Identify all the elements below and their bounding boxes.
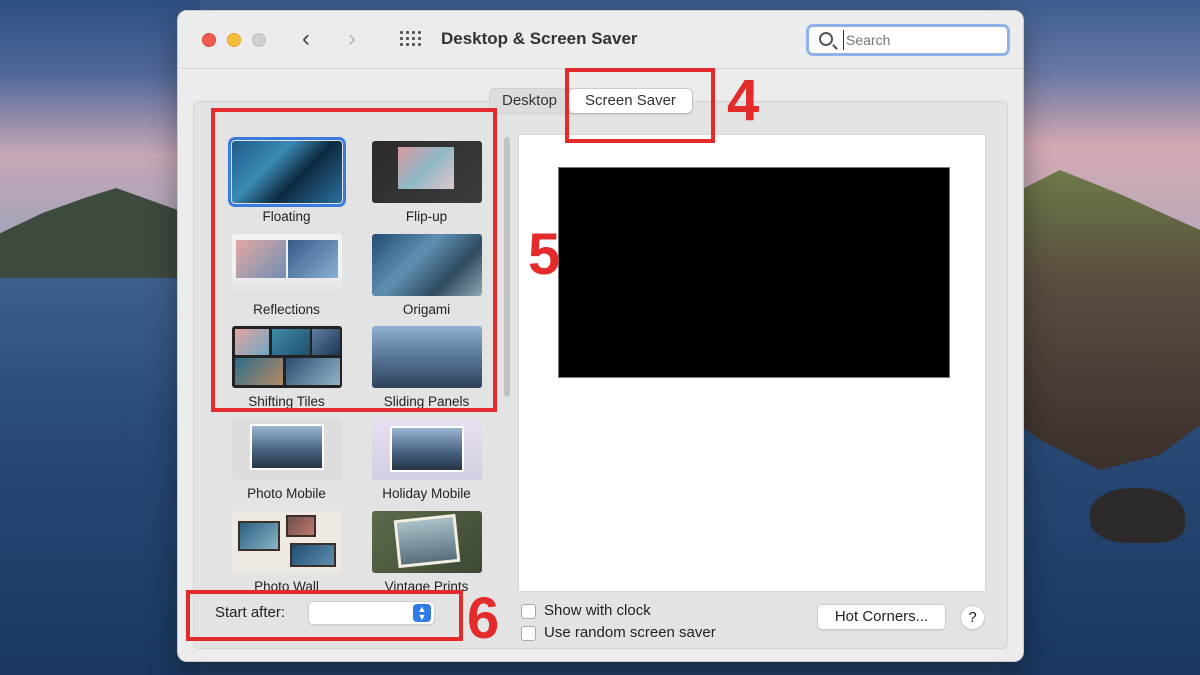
random-saver-label: Use random screen saver bbox=[544, 624, 716, 641]
desktop-wallpaper-right bbox=[1000, 0, 1200, 675]
annotation-box-tab bbox=[565, 68, 715, 143]
preview-screen[interactable] bbox=[558, 167, 950, 378]
titlebar: ‹ › Desktop & Screen Saver bbox=[178, 11, 1023, 69]
search-field[interactable] bbox=[806, 24, 1010, 56]
saver-thumbnail bbox=[371, 418, 482, 480]
annotation-number-list: 5 bbox=[528, 222, 561, 287]
saver-item-holiday-mobile[interactable]: Holiday Mobile bbox=[364, 418, 489, 503]
close-button[interactable] bbox=[202, 33, 216, 47]
saver-thumbnail bbox=[231, 511, 342, 573]
list-scrollbar[interactable] bbox=[504, 137, 510, 397]
saver-label: Holiday Mobile bbox=[382, 486, 471, 501]
back-chevron-icon[interactable]: ‹ bbox=[302, 27, 310, 51]
random-saver-checkbox[interactable] bbox=[521, 626, 536, 641]
show-clock-checkbox[interactable] bbox=[521, 604, 536, 619]
window-title: Desktop & Screen Saver bbox=[441, 29, 638, 48]
preview-pane bbox=[518, 134, 986, 592]
zoom-button[interactable] bbox=[252, 33, 266, 47]
rock bbox=[1090, 488, 1185, 543]
saver-item-vintage-prints[interactable]: Vintage Prints bbox=[364, 511, 489, 596]
annotation-number-tab: 4 bbox=[727, 68, 760, 133]
search-icon bbox=[819, 32, 833, 46]
hot-corners-button[interactable]: Hot Corners... bbox=[817, 604, 946, 630]
sea bbox=[0, 250, 200, 675]
annotation-box-start bbox=[186, 590, 463, 641]
forward-chevron-icon[interactable]: › bbox=[348, 27, 356, 51]
saver-item-photo-wall[interactable]: Photo Wall bbox=[224, 511, 349, 596]
help-button[interactable]: ? bbox=[960, 605, 985, 630]
annotation-number-start: 6 bbox=[467, 586, 500, 651]
minimize-button[interactable] bbox=[227, 33, 241, 47]
saver-thumbnail bbox=[371, 511, 482, 573]
show-all-grid-icon[interactable] bbox=[400, 31, 422, 47]
search-input[interactable] bbox=[843, 30, 1003, 50]
saver-thumbnail bbox=[231, 418, 342, 480]
desktop-wallpaper-left bbox=[0, 0, 200, 675]
saver-item-photo-mobile[interactable]: Photo Mobile bbox=[224, 418, 349, 503]
show-clock-label: Show with clock bbox=[544, 602, 651, 619]
annotation-box-list bbox=[211, 108, 497, 412]
tab-desktop[interactable]: Desktop bbox=[490, 89, 569, 113]
saver-label: Photo Mobile bbox=[247, 486, 326, 501]
